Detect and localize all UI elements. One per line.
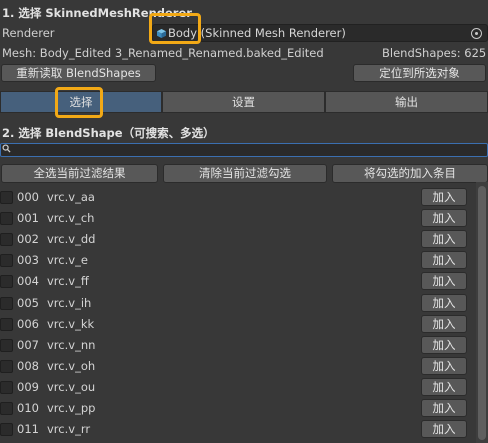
blendshape-checkbox[interactable] — [0, 296, 13, 310]
blendshape-name: vrc.v_ch — [47, 211, 95, 226]
list-item: 008 vrc.v_oh 加入 — [0, 356, 488, 377]
blendshape-name: vrc.v_ou — [47, 379, 96, 394]
blendshape-checkbox[interactable] — [0, 191, 13, 204]
add-blendshape-button[interactable]: 加入 — [421, 188, 467, 206]
renderer-label: Renderer — [2, 26, 55, 40]
blendshape-index: 006 — [17, 316, 39, 331]
object-picker-icon[interactable] — [471, 28, 482, 39]
blendshape-name: vrc.v_dd — [47, 232, 96, 247]
blendshape-index: 004 — [17, 274, 39, 289]
clear-filtered-button[interactable]: 清除当前过滤勾选 — [163, 164, 327, 183]
blendshape-name: vrc.v_oh — [47, 358, 96, 373]
list-item: 011 vrc.v_rr 加入 — [0, 419, 488, 440]
renderer-object-field[interactable]: Body (Skinned Mesh Renderer) — [152, 24, 488, 42]
list-item: 005 vrc.v_ih 加入 — [0, 293, 488, 314]
blendshape-checkbox[interactable] — [0, 359, 13, 373]
add-checked-button[interactable]: 将勾选的加入条目 — [332, 164, 488, 183]
blendshape-count: BlendShapes: 625 — [382, 46, 487, 60]
add-blendshape-button[interactable]: 加入 — [421, 251, 467, 270]
select-all-filtered-button[interactable]: 全选当前过滤结果 — [1, 164, 158, 183]
blendshape-name: vrc.v_pp — [47, 401, 96, 415]
reload-blendshapes-button[interactable]: 重新读取 BlendShapes — [1, 64, 156, 82]
blendshape-index: 001 — [17, 211, 39, 226]
list-item: 004 vrc.v_ff 加入 — [0, 271, 488, 292]
add-blendshape-button[interactable]: 加入 — [421, 293, 467, 312]
blendshape-checkbox[interactable] — [0, 402, 13, 415]
add-blendshape-button[interactable]: 加入 — [421, 399, 467, 417]
blendshape-checkbox[interactable] — [0, 233, 13, 247]
add-blendshape-button[interactable]: 加入 — [421, 272, 467, 291]
add-blendshape-button[interactable]: 加入 — [421, 209, 467, 228]
blendshape-index: 009 — [17, 379, 39, 394]
blendshape-index: 003 — [17, 253, 39, 268]
add-blendshape-button[interactable]: 加入 — [421, 377, 467, 396]
blendshape-name: vrc.v_ff — [47, 274, 89, 289]
add-blendshape-button[interactable]: 加入 — [421, 420, 467, 439]
section2-title: 2. 选择 BlendShape（可搜索、多选） — [2, 126, 215, 140]
locate-object-button[interactable]: 定位到所选对象 — [353, 64, 486, 82]
list-item: 006 vrc.v_kk 加入 — [0, 314, 488, 335]
list-item: 003 vrc.v_e 加入 — [0, 250, 488, 271]
list-item: 009 vrc.v_ou 加入 — [0, 377, 488, 398]
highlight-select-tab — [55, 87, 103, 118]
search-icon — [2, 144, 11, 153]
blendshape-index: 002 — [17, 232, 39, 247]
highlight-renderer-field — [149, 13, 201, 44]
list-item: 007 vrc.v_nn 加入 — [0, 335, 488, 356]
blendshape-name: vrc.v_nn — [47, 337, 96, 352]
search-input[interactable] — [0, 143, 488, 157]
list-item: 000 vrc.v_aa 加入 — [0, 187, 488, 208]
add-blendshape-button[interactable]: 加入 — [421, 335, 467, 354]
tab-output[interactable]: 输出 — [325, 91, 488, 113]
blendshape-name: vrc.v_ih — [47, 295, 92, 310]
list-item: 010 vrc.v_pp 加入 — [0, 398, 488, 419]
blendshape-index: 010 — [17, 401, 39, 415]
blendshape-checkbox[interactable] — [0, 212, 13, 226]
blendshape-checkbox[interactable] — [0, 275, 13, 289]
blendshape-index: 011 — [17, 422, 39, 437]
tab-settings[interactable]: 设置 — [162, 91, 325, 113]
blendshape-checkbox[interactable] — [0, 254, 13, 268]
blendshape-checkbox[interactable] — [0, 317, 13, 331]
blendshape-checkbox[interactable] — [0, 380, 13, 394]
blendshape-checkbox[interactable] — [0, 338, 13, 352]
blendshape-index: 005 — [17, 295, 39, 310]
mesh-info: Mesh: Body_Edited 3_Renamed_Renamed.bake… — [2, 46, 324, 60]
add-blendshape-button[interactable]: 加入 — [421, 314, 467, 333]
blendshape-index: 007 — [17, 337, 39, 352]
blendshape-index: 000 — [17, 190, 39, 204]
blendshape-name: vrc.v_aa — [47, 190, 95, 204]
add-blendshape-button[interactable]: 加入 — [421, 356, 467, 375]
add-blendshape-button[interactable]: 加入 — [421, 230, 467, 249]
blendshape-name: vrc.v_kk — [47, 316, 95, 331]
list-item: 002 vrc.v_dd 加入 — [0, 229, 488, 250]
blendshape-name: vrc.v_e — [47, 253, 88, 268]
blendshape-name: vrc.v_rr — [47, 422, 91, 437]
list-item: 001 vrc.v_ch 加入 — [0, 208, 488, 229]
blendshape-checkbox[interactable] — [0, 423, 13, 437]
blendshape-index: 008 — [17, 358, 39, 373]
